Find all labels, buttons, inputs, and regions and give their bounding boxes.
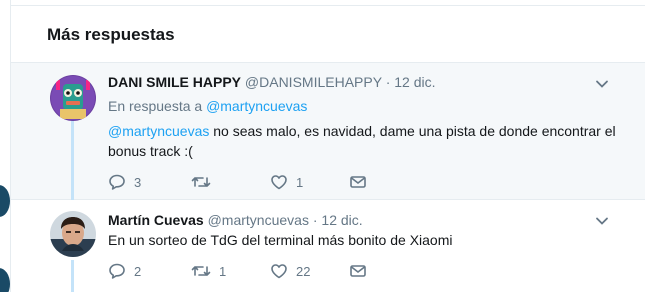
separator: · — [385, 74, 391, 90]
background-avatar-fragment — [0, 268, 10, 292]
envelope-icon — [350, 265, 366, 277]
thread-line — [71, 119, 74, 200]
retweet-icon — [191, 266, 211, 276]
heart-icon — [271, 175, 287, 190]
reply-button[interactable]: 3 — [108, 172, 141, 192]
direct-message-button[interactable] — [349, 172, 367, 192]
like-count: 22 — [296, 263, 311, 279]
retweet-button[interactable]: 1 — [191, 261, 226, 281]
reply-handle-link[interactable]: @martyncuevas — [206, 98, 307, 114]
panel-top-border — [11, 0, 645, 6]
reply-prefix: En respuesta a — [108, 98, 203, 114]
retweet-count: 1 — [219, 263, 227, 279]
tweet-item[interactable]: Martín Cuevas @martyncuevas · 12 dic. En… — [11, 200, 645, 292]
tweet-actions: 3 1 — [108, 172, 408, 192]
reply-icon — [109, 174, 125, 190]
retweet-button[interactable] — [191, 172, 219, 192]
chevron-down-icon[interactable] — [594, 213, 610, 229]
replies-panel: Más respuestas DANI SMILE HAPPY @DANISMI… — [10, 0, 645, 292]
tweet-date[interactable]: 12 dic. — [394, 74, 435, 90]
tweet-header: Martín Cuevas @martyncuevas · 12 dic. — [108, 212, 363, 228]
reply-count: 3 — [134, 174, 142, 190]
background-strip — [0, 0, 10, 292]
tweet-date[interactable]: 12 dic. — [321, 212, 362, 228]
mention-link[interactable]: @martyncuevas — [108, 123, 209, 139]
envelope-icon — [350, 176, 366, 188]
direct-message-button[interactable] — [349, 261, 367, 281]
reply-context: En respuesta a @martyncuevas — [108, 98, 307, 114]
tweet-actions: 2 1 22 — [108, 261, 408, 281]
like-button[interactable]: 1 — [270, 172, 303, 192]
tweet-text: @martyncuevas no seas malo, es navidad, … — [108, 121, 623, 161]
display-name[interactable]: Martín Cuevas — [108, 212, 204, 228]
avatar[interactable] — [50, 75, 96, 121]
retweet-icon — [191, 177, 211, 187]
user-handle[interactable]: @martyncuevas — [208, 212, 309, 228]
user-handle[interactable]: @DANISMILEHAPPY — [245, 74, 382, 90]
thread-line — [71, 260, 74, 292]
display-name[interactable]: DANI SMILE HAPPY — [108, 74, 241, 90]
tweet-text: En un sorteo de TdG del terminal más bon… — [108, 232, 453, 248]
background-avatar-fragment — [0, 185, 10, 217]
like-count: 1 — [296, 174, 304, 190]
like-button[interactable]: 22 — [270, 261, 310, 281]
heart-icon — [271, 264, 287, 279]
separator: · — [312, 212, 318, 228]
tweet-header: DANI SMILE HAPPY @DANISMILEHAPPY · 12 di… — [108, 74, 436, 90]
reply-button[interactable]: 2 — [108, 261, 141, 281]
chevron-down-icon[interactable] — [594, 76, 610, 92]
tweet-item[interactable]: DANI SMILE HAPPY @DANISMILEHAPPY · 12 di… — [11, 63, 645, 200]
section-title: Más respuestas — [47, 25, 175, 44]
reply-count: 2 — [134, 263, 142, 279]
reply-icon — [109, 263, 125, 279]
avatar[interactable] — [50, 211, 96, 257]
